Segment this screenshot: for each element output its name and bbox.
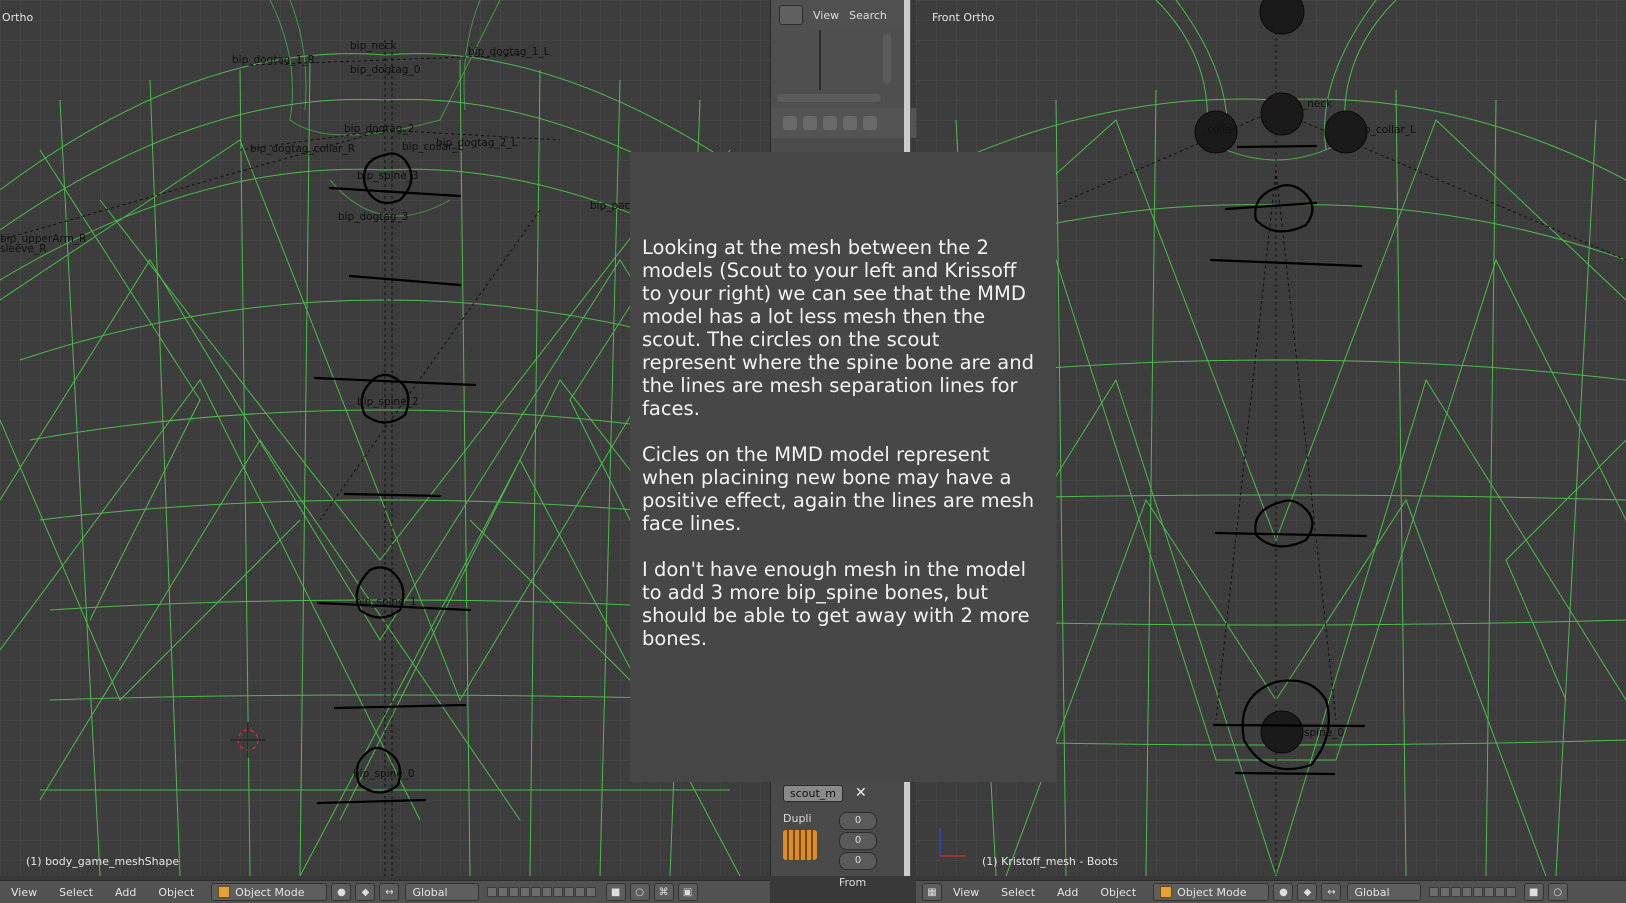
bone-label: bip_dogtag_0: [350, 64, 421, 76]
mode-dropdown[interactable]: Object Mode: [211, 883, 328, 901]
material-tab-icon[interactable]: [863, 116, 877, 130]
bone-label: bip_neck: [350, 40, 397, 52]
select-menu[interactable]: Select: [990, 886, 1046, 899]
proportional-edit-icon[interactable]: ○: [1547, 883, 1568, 901]
pivot-icon[interactable]: ◆: [1297, 883, 1318, 901]
active-object-info: (1) body_game_meshShape: [26, 855, 180, 868]
bone-label: bip_dogtag_1_L: [468, 46, 550, 58]
object-name-field[interactable]: scout_m: [783, 784, 844, 802]
timeline-area[interactable]: [771, 30, 911, 108]
layer-buttons[interactable]: [1428, 887, 1516, 897]
shading-icon[interactable]: ●: [331, 883, 352, 901]
bone-label: bip_dogtag_collar_R: [250, 143, 356, 155]
object-menu[interactable]: Object: [147, 886, 205, 899]
lock-icon[interactable]: ■: [1523, 883, 1544, 901]
object-menu[interactable]: Object: [1089, 886, 1147, 899]
bone-label: bip_dogtag_3: [338, 211, 409, 223]
orientation-label: Global: [1354, 885, 1390, 899]
viewport-title: Ortho: [2, 11, 34, 24]
bone-label: bip_dogtag_1_R: [232, 54, 315, 66]
bone-label: _collar: [1202, 124, 1237, 136]
mode-label: Object Mode: [235, 885, 305, 899]
viewport-header-right: ▦ View Select Add Object Object Mode ● ◆…: [916, 880, 1626, 903]
viewport-title: Front Ortho: [932, 11, 995, 24]
search-menu[interactable]: Search: [849, 9, 887, 22]
proportional-edit-icon[interactable]: ○: [629, 883, 650, 901]
view-menu[interactable]: View: [0, 886, 48, 899]
render-icon[interactable]: ▣: [677, 883, 698, 901]
scene-tab-icon[interactable]: [803, 116, 817, 130]
snap-icon[interactable]: ⌘: [653, 883, 674, 901]
dupli-value-field[interactable]: 0: [839, 812, 877, 830]
render-tab-icon[interactable]: [783, 116, 797, 130]
select-menu[interactable]: Select: [48, 886, 104, 899]
object-cube-icon: [1160, 886, 1173, 898]
orientation-dropdown[interactable]: Global: [1347, 883, 1421, 901]
bone-label: bip_spine_0: [353, 768, 415, 780]
annotation-paragraph: I don't have enough mesh in the model to…: [642, 558, 1030, 650]
annotation-paragraph: Cicles on the MMD model represent when p…: [642, 443, 1035, 535]
orientation-dropdown[interactable]: Global: [405, 883, 479, 901]
bone-label: p_collar_L: [1364, 124, 1416, 136]
dupli-value-field[interactable]: 0: [839, 852, 877, 870]
bone-label: bip_spine_2: [357, 396, 419, 408]
scrollbar[interactable]: [883, 34, 891, 84]
view-menu[interactable]: View: [942, 886, 990, 899]
object-tab-icon[interactable]: [843, 116, 857, 130]
manipulator-icon[interactable]: ↔: [379, 883, 400, 901]
add-menu[interactable]: Add: [104, 886, 147, 899]
object-cube-icon: [218, 886, 231, 898]
viewport-header-left: View Select Add Object Object Mode ● ◆ ↔…: [0, 880, 770, 903]
bone-label: _neck: [1302, 98, 1333, 110]
annotation-text-box: Looking at the mesh between the 2 models…: [630, 152, 1056, 782]
dupli-value-field[interactable]: 0: [839, 832, 877, 850]
active-object-info: (1) Kristoff_mesh - Boots: [982, 855, 1118, 868]
annotation-paragraph: Looking at the mesh between the 2 models…: [642, 236, 1034, 420]
h-scrollbar[interactable]: [777, 94, 881, 102]
properties-tabs: [771, 108, 923, 138]
view-menu[interactable]: View: [813, 9, 839, 22]
editor-type-icon[interactable]: ▦: [922, 883, 942, 901]
bone-label: spine_0: [1304, 727, 1345, 739]
editor-type-button[interactable]: [779, 5, 803, 25]
layer-buttons[interactable]: [486, 887, 596, 897]
playhead[interactable]: [819, 30, 821, 90]
from-label: From: [839, 876, 867, 889]
bone-label: sleeve_R: [0, 243, 47, 255]
mode-label: Object Mode: [1177, 885, 1247, 899]
bone-label: bip_spine_1: [355, 596, 417, 608]
bone-label: bip_pacl: [590, 200, 634, 212]
bone-label: bip_spine_3: [357, 170, 419, 182]
dupli-frames-icon[interactable]: [783, 830, 817, 860]
close-icon[interactable]: ✕: [855, 785, 867, 801]
mode-dropdown[interactable]: Object Mode: [1153, 883, 1270, 901]
world-tab-icon[interactable]: [823, 116, 837, 130]
add-menu[interactable]: Add: [1046, 886, 1089, 899]
lock-icon[interactable]: ■: [605, 883, 626, 901]
bone-label: bip_collar_L: [402, 141, 464, 153]
pivot-icon[interactable]: ◆: [355, 883, 376, 901]
shading-icon[interactable]: ●: [1273, 883, 1294, 901]
manipulator-icon[interactable]: ↔: [1321, 883, 1342, 901]
bone-label: bip_dogtag_2: [344, 123, 415, 135]
orientation-label: Global: [412, 885, 448, 899]
